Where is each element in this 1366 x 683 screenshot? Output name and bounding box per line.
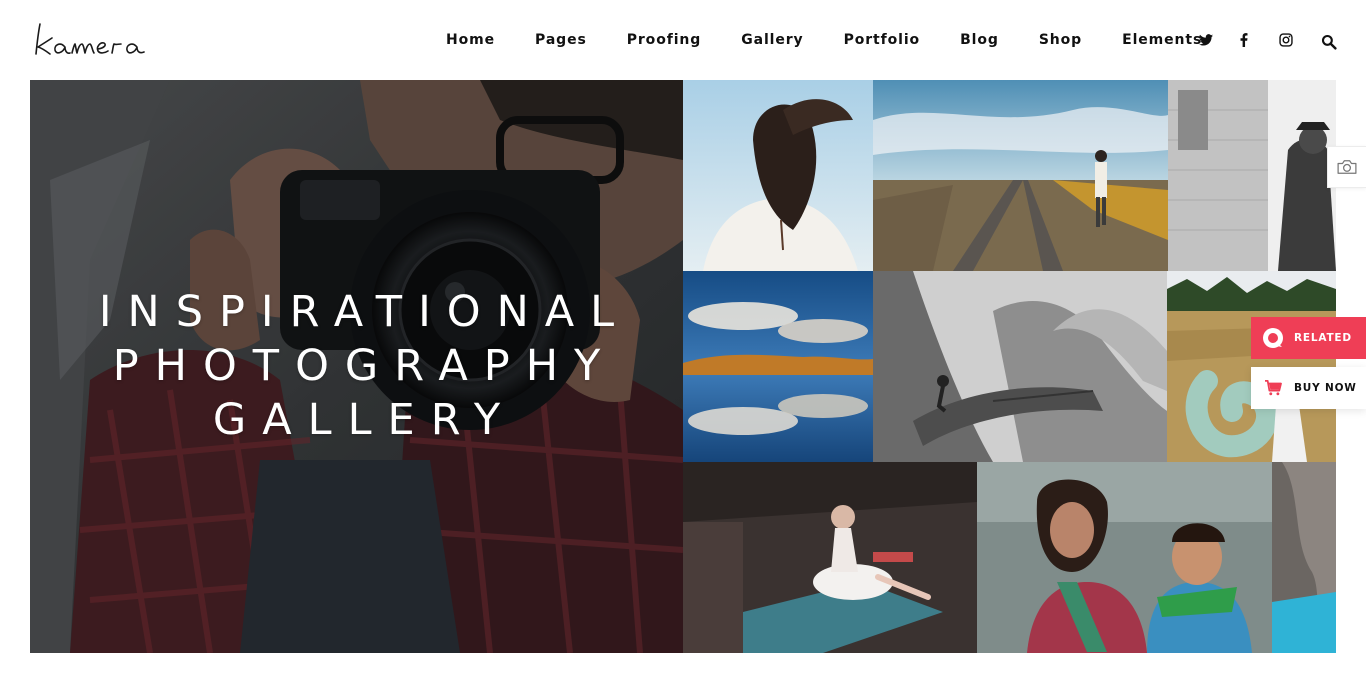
nav-portfolio[interactable]: Portfolio (844, 32, 921, 48)
hero-title-line-3: GALLERY (212, 395, 517, 445)
railway-photo (873, 80, 1168, 271)
main-nav: Home Pages Proofing Gallery Portfolio Bl… (446, 0, 1202, 80)
hero-title: INSPIRATIONAL PHOTOGRAPHY GALLERY (30, 285, 683, 447)
related-icon (1251, 317, 1294, 359)
cart-icon (1251, 367, 1294, 409)
logo-script-icon (35, 23, 145, 55)
gallery-tile-man-building[interactable] (1168, 80, 1336, 271)
mountain-jump-photo (873, 271, 1167, 462)
facebook-icon[interactable] (1234, 30, 1254, 50)
gallery-tile-children[interactable] (977, 462, 1272, 653)
gallery-tile-lake-reflection[interactable] (683, 271, 873, 462)
buy-now-button[interactable]: BUY NOW (1251, 367, 1366, 409)
partial-photo (1272, 462, 1336, 653)
children-photo (977, 462, 1272, 653)
instagram-icon[interactable] (1276, 30, 1296, 50)
photo-gallery: INSPIRATIONAL PHOTOGRAPHY GALLERY (30, 80, 1336, 653)
camera-icon (1337, 160, 1357, 174)
nav-pages[interactable]: Pages (535, 32, 587, 48)
buy-now-label: BUY NOW (1294, 382, 1357, 394)
gallery-tile-railway[interactable] (873, 80, 1168, 271)
nav-elements[interactable]: Elements (1122, 32, 1202, 48)
gallery-tile-woman-hair[interactable] (683, 80, 873, 271)
site-header: Home Pages Proofing Gallery Portfolio Bl… (0, 0, 1366, 80)
gallery-tile-mountain-jump[interactable] (873, 271, 1167, 462)
hero-title-line-2: PHOTOGRAPHY (112, 341, 617, 391)
man-building-photo (1168, 80, 1336, 271)
gallery-tile-ballerina[interactable] (683, 462, 977, 653)
nav-blog[interactable]: Blog (960, 32, 999, 48)
gallery-tile-partial[interactable] (1272, 462, 1336, 653)
woman-hair-photo (683, 80, 873, 271)
related-button[interactable]: RELATED (1251, 317, 1366, 359)
hero-title-line-1: INSPIRATIONAL (98, 287, 631, 337)
hero-photo-tile[interactable]: INSPIRATIONAL PHOTOGRAPHY GALLERY (30, 80, 683, 653)
related-label: RELATED (1294, 332, 1352, 344)
lake-reflection-photo (683, 271, 873, 462)
twitter-icon[interactable] (1196, 30, 1216, 50)
side-camera-button[interactable] (1327, 146, 1366, 188)
nav-proofing[interactable]: Proofing (627, 32, 701, 48)
nav-shop[interactable]: Shop (1039, 32, 1082, 48)
ballerina-photo (683, 462, 977, 653)
logo[interactable] (32, 14, 182, 62)
search-icon[interactable] (1319, 32, 1339, 52)
nav-gallery[interactable]: Gallery (741, 32, 803, 48)
nav-home[interactable]: Home (446, 32, 495, 48)
